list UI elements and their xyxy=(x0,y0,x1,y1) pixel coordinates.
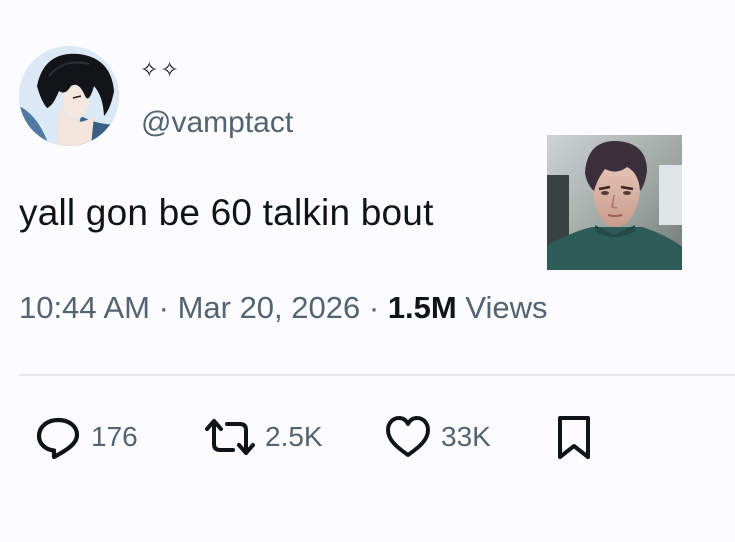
repost-icon xyxy=(203,412,257,462)
heart-icon xyxy=(383,412,433,462)
action-bar: 176 2.5K 33K xyxy=(0,412,735,462)
like-count: 33K xyxy=(441,421,491,452)
meta-separator: · xyxy=(368,290,380,325)
reply-button[interactable]: 176 xyxy=(33,412,138,462)
tweet-time[interactable]: 10:44 AM xyxy=(19,290,150,325)
like-button[interactable]: 33K xyxy=(383,412,491,462)
author-handle[interactable]: @vamptact xyxy=(141,103,293,143)
tweet-meta: 10:44 AM · Mar 20, 2026 · 1.5M Views xyxy=(19,286,548,330)
bookmark-button[interactable] xyxy=(554,412,594,462)
tweet-text: yall gon be 60 talkin bout xyxy=(19,192,434,233)
reply-count: 176 xyxy=(91,421,138,452)
avatar-image xyxy=(19,46,119,146)
display-name[interactable]: ✧✧ xyxy=(140,52,181,88)
repost-count: 2.5K xyxy=(265,421,323,452)
reply-icon xyxy=(33,412,83,462)
tweet-date[interactable]: Mar 20, 2026 xyxy=(178,290,361,325)
portrait-image xyxy=(547,135,682,270)
tweet-image[interactable] xyxy=(547,135,682,270)
bookmark-icon xyxy=(554,412,594,462)
tweet-card: ✧✧ @vamptact yall gon be 60 talkin bout xyxy=(0,0,735,542)
views-count: 1.5M xyxy=(387,290,457,325)
views-label: Views xyxy=(465,290,548,325)
divider xyxy=(19,374,735,376)
repost-button[interactable]: 2.5K xyxy=(203,412,323,462)
avatar[interactable] xyxy=(19,46,119,146)
meta-separator: · xyxy=(158,290,169,325)
